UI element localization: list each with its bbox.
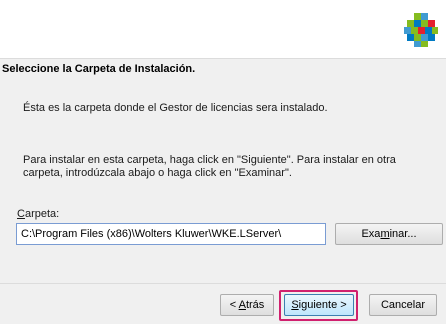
back-button[interactable]: < Atrás [220,294,274,316]
footer-divider [0,283,446,284]
section-title: Seleccione la Carpeta de Instalación. [2,63,196,75]
instructions-text: Para instalar en esta carpeta, haga clic… [23,154,396,179]
folder-label-text: arpeta: [24,208,60,220]
next-label-post: iguiente > [298,299,347,311]
folder-label-accelerator: C [17,208,25,220]
wizard-header [0,0,446,58]
folder-path-input[interactable] [16,223,326,245]
browse-button[interactable]: Examinar... [335,223,443,245]
browse-label-pre: Exa [361,228,381,240]
back-label-pre: < [229,299,239,311]
header-divider [0,58,446,59]
next-label-accelerator: S [291,299,299,311]
browse-label-accelerator: m [380,228,390,240]
back-label-post: trás [245,299,265,311]
folder-label: Carpeta: [17,208,59,220]
wolters-kluwer-logo [404,13,438,47]
next-button[interactable]: Siguiente > [284,294,354,316]
description-text: Ésta es la carpeta donde el Gestor de li… [23,102,328,114]
browse-label-post: inar... [389,228,417,240]
back-label-accelerator: A [238,299,246,311]
cancel-button[interactable]: Cancelar [369,294,437,316]
